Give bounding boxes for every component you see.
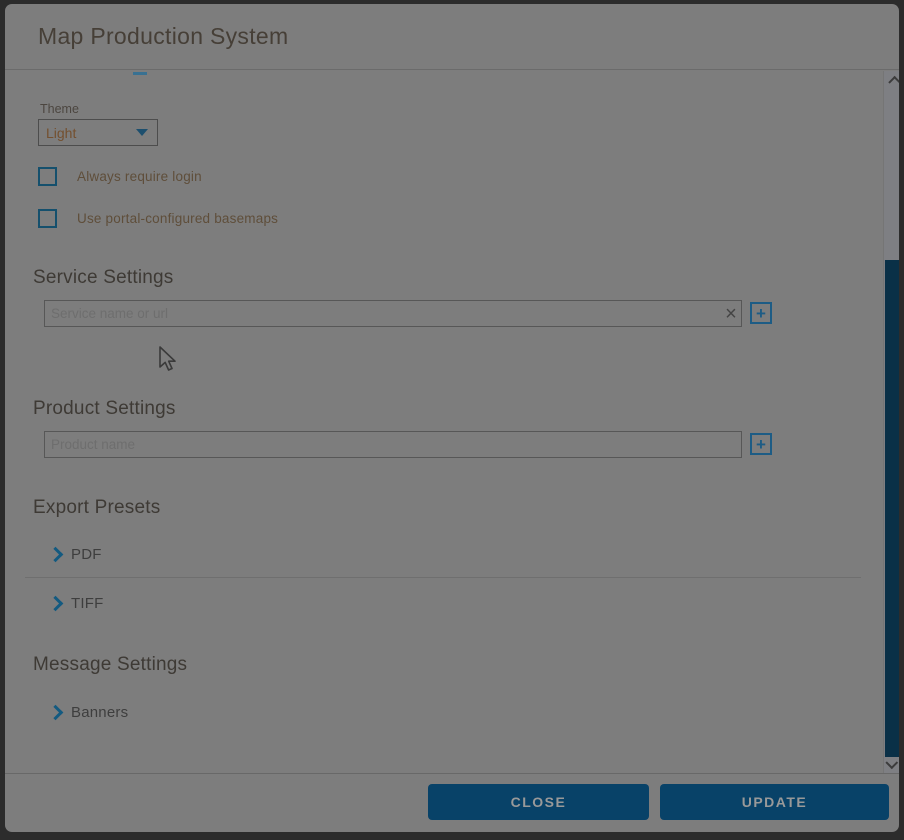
theme-label: Theme bbox=[40, 102, 79, 116]
always-require-login-checkbox[interactable] bbox=[38, 167, 57, 186]
export-presets-heading: Export Presets bbox=[33, 497, 160, 519]
portal-basemaps-checkbox[interactable] bbox=[38, 209, 57, 228]
chevron-right-icon bbox=[48, 595, 64, 611]
add-service-button[interactable]: + bbox=[750, 302, 772, 324]
scroll-up-arrow-icon[interactable] bbox=[884, 73, 899, 89]
chevron-right-icon bbox=[48, 704, 64, 720]
theme-select[interactable]: Light bbox=[38, 119, 158, 146]
service-settings-heading: Service Settings bbox=[33, 267, 174, 289]
product-name-input[interactable] bbox=[44, 431, 742, 458]
chevron-down-icon bbox=[136, 129, 148, 136]
row-divider bbox=[25, 577, 861, 578]
dialog-title-bar: Map Production System bbox=[5, 4, 899, 70]
scroll-down-arrow-icon[interactable] bbox=[884, 755, 899, 771]
clipped-element-fragment bbox=[133, 72, 147, 75]
plus-icon: + bbox=[756, 305, 766, 322]
export-preset-tiff-row[interactable]: TIFF bbox=[50, 591, 103, 615]
dialog-scroll-content: Theme Light Always require login Use por… bbox=[5, 71, 899, 773]
chevron-right-icon bbox=[48, 546, 64, 562]
update-button[interactable]: UPDATE bbox=[660, 784, 889, 820]
service-name-input[interactable] bbox=[44, 300, 742, 327]
always-require-login-label[interactable]: Always require login bbox=[77, 169, 202, 184]
mouse-cursor bbox=[159, 346, 178, 372]
theme-select-value: Light bbox=[46, 125, 76, 141]
export-preset-pdf-label: PDF bbox=[71, 546, 102, 563]
close-button[interactable]: CLOSE bbox=[428, 784, 649, 820]
scrollbar-thumb[interactable] bbox=[885, 260, 899, 757]
message-settings-heading: Message Settings bbox=[33, 654, 187, 676]
export-preset-pdf-row[interactable]: PDF bbox=[50, 542, 102, 566]
plus-icon: + bbox=[756, 436, 766, 453]
dialog-title: Map Production System bbox=[38, 23, 288, 50]
product-settings-heading: Product Settings bbox=[33, 398, 176, 420]
checkbox-row-portal-basemaps[interactable]: Use portal-configured basemaps bbox=[38, 208, 278, 228]
dialog-footer: CLOSE UPDATE bbox=[5, 773, 899, 832]
export-preset-tiff-label: TIFF bbox=[71, 595, 103, 612]
map-production-system-dialog: Map Production System Theme Light Always… bbox=[5, 4, 899, 832]
vertical-scrollbar[interactable] bbox=[883, 71, 899, 773]
checkbox-row-always-require-login[interactable]: Always require login bbox=[38, 166, 202, 186]
message-banners-label: Banners bbox=[71, 704, 128, 721]
clear-input-icon[interactable]: × bbox=[720, 300, 742, 327]
message-banners-row[interactable]: Banners bbox=[50, 700, 128, 724]
portal-basemaps-label[interactable]: Use portal-configured basemaps bbox=[77, 211, 278, 226]
add-product-button[interactable]: + bbox=[750, 433, 772, 455]
